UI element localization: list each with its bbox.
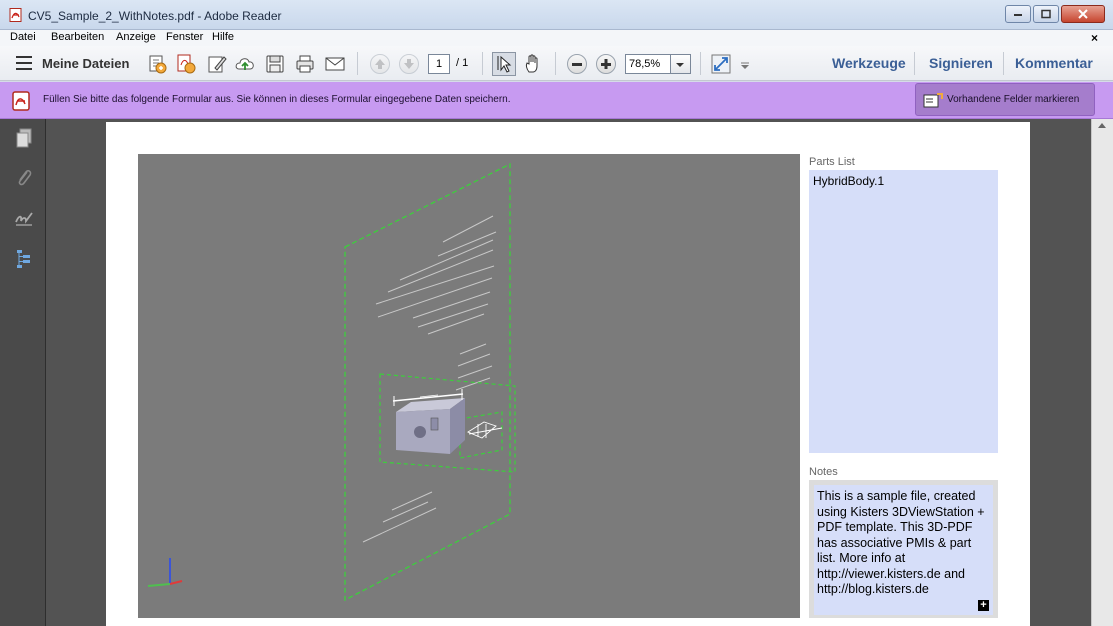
previous-page-button[interactable] — [370, 54, 390, 74]
export-pdf-icon[interactable] — [175, 53, 197, 75]
page-total: / 1 — [456, 57, 469, 69]
notes-panel: This is a sample file, created using Kis… — [809, 480, 998, 618]
toolbar-options-icon[interactable] — [738, 53, 752, 75]
close-icon — [1078, 9, 1088, 19]
maximize-icon — [1041, 9, 1051, 19]
notes-text: This is a sample file, created using Kis… — [817, 489, 985, 596]
next-page-button[interactable] — [399, 54, 419, 74]
main-toolbar: Meine Dateien 1 / 1 78,5% Werkzeuge Sign… — [0, 46, 1113, 81]
menu-hilfe[interactable]: Hilfe — [212, 31, 234, 43]
menu-fenster[interactable]: Fenster — [166, 31, 203, 43]
menu-bearbeiten[interactable]: Bearbeiten — [51, 31, 104, 43]
menu-datei[interactable]: Datei — [10, 31, 36, 43]
notes-field[interactable]: This is a sample file, created using Kis… — [814, 485, 993, 615]
minimize-icon — [1014, 14, 1022, 16]
email-icon[interactable] — [324, 53, 346, 75]
title-bar: CV5_Sample_2_WithNotes.pdf - Adobe Reade… — [0, 0, 1113, 30]
page-number-input[interactable]: 1 — [428, 54, 450, 74]
zoom-dropdown-button[interactable] — [671, 54, 691, 74]
vertical-scrollbar[interactable] — [1091, 119, 1113, 626]
print-icon[interactable] — [294, 53, 316, 75]
menu-bar: Datei Bearbeiten Anzeige Fenster Hilfe × — [0, 30, 1113, 46]
plus-icon — [601, 59, 611, 69]
hamburger-menu-icon[interactable] — [16, 56, 32, 70]
maximize-button[interactable] — [1033, 5, 1059, 23]
highlight-fields-icon — [923, 93, 943, 108]
arrow-up-icon — [375, 59, 385, 69]
save-icon[interactable] — [264, 53, 286, 75]
my-files-button[interactable]: Meine Dateien — [42, 56, 129, 71]
page-thumbnails-icon[interactable] — [14, 127, 34, 149]
menu-anzeige[interactable]: Anzeige — [116, 31, 156, 43]
zoom-out-button[interactable] — [567, 54, 587, 74]
window-title: CV5_Sample_2_WithNotes.pdf - Adobe Reade… — [28, 9, 282, 23]
form-notification-bar: Füllen Sie bitte das folgende Formular a… — [0, 82, 1113, 119]
notes-label: Notes — [809, 466, 838, 478]
select-tool-icon[interactable] — [492, 52, 516, 76]
arrow-down-icon — [404, 59, 414, 69]
navigation-pane — [0, 119, 46, 626]
zoom-in-button[interactable] — [596, 54, 616, 74]
attachments-paperclip-icon[interactable] — [14, 167, 34, 189]
parts-list-label: Parts List — [809, 156, 855, 168]
cloud-upload-icon[interactable] — [234, 53, 256, 75]
document-close-icon[interactable]: × — [1091, 31, 1098, 45]
tools-link[interactable]: Werkzeuge — [832, 55, 906, 71]
create-pdf-icon[interactable] — [146, 53, 168, 75]
close-button[interactable] — [1061, 5, 1105, 23]
edit-document-icon[interactable] — [206, 53, 228, 75]
zoom-level-input[interactable]: 78,5% — [625, 54, 671, 74]
minimize-button[interactable] — [1005, 5, 1031, 23]
parts-list[interactable]: HybridBody.1 — [809, 170, 998, 453]
highlight-fields-button[interactable]: Vorhandene Felder markieren — [915, 83, 1095, 116]
pdf-page: Parts List HybridBody.1 Notes This is a … — [106, 122, 1030, 626]
fullscreen-icon[interactable] — [710, 53, 732, 75]
adobe-reader-icon — [9, 8, 22, 22]
highlight-fields-label: Vorhandene Felder markieren — [947, 94, 1080, 105]
form-message: Füllen Sie bitte das folgende Formular a… — [43, 94, 511, 105]
minus-icon — [572, 63, 582, 66]
form-document-icon — [12, 91, 30, 111]
signatures-icon[interactable] — [14, 207, 34, 229]
sign-link[interactable]: Signieren — [929, 55, 993, 71]
3d-model-scene — [147, 162, 516, 602]
chevron-down-icon — [676, 63, 684, 67]
part-item[interactable]: HybridBody.1 — [813, 174, 884, 188]
model-tree-icon[interactable] — [14, 247, 34, 269]
3d-viewer[interactable] — [138, 154, 800, 618]
comment-link[interactable]: Kommentar — [1015, 55, 1093, 71]
hand-tool-icon[interactable] — [522, 53, 544, 75]
expand-notes-button[interactable]: + — [978, 600, 989, 611]
